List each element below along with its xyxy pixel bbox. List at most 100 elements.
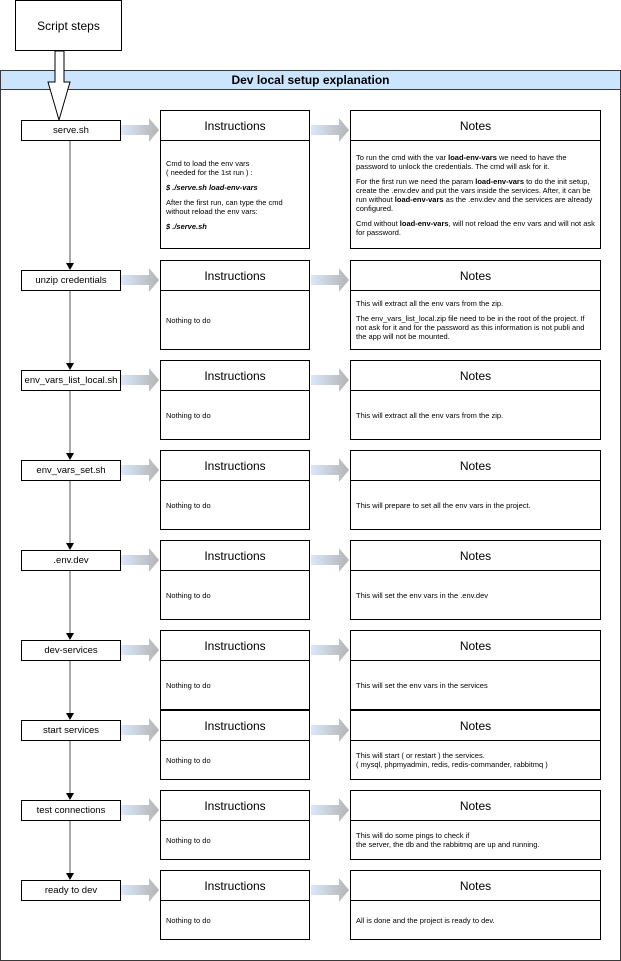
notes-title: Notes: [351, 871, 600, 901]
command-text: $ ./serve.sh: [166, 221, 207, 231]
notes-title: Notes: [351, 631, 600, 661]
instructions-card: Instructions Nothing to do: [160, 540, 310, 620]
notes-card: Notes This will start ( or restart ) the …: [350, 710, 601, 780]
instructions-body: Nothing to do: [166, 391, 305, 439]
step-box[interactable]: ready to dev: [21, 880, 121, 901]
note-paragraph: This will prepare to set all the env var…: [356, 501, 596, 510]
instruction-text: Nothing to do: [166, 680, 211, 690]
instructions-card: Instructions Nothing to do: [160, 360, 310, 440]
note-text: For the first run we need the param: [356, 176, 476, 186]
step-box[interactable]: test connections: [21, 800, 121, 821]
note-paragraph: This will set the env vars in the servic…: [356, 681, 596, 690]
instructions-body: Cmd to load the env vars ( needed for th…: [166, 141, 305, 248]
notes-card: Notes This will extract all the env vars …: [350, 360, 601, 440]
instructions-card: Instructions Nothing to do: [160, 450, 310, 530]
instructions-card: Instructions Nothing to do: [160, 260, 310, 350]
notes-body: This will prepare to set all the env var…: [356, 481, 596, 529]
notes-title: Notes: [351, 451, 600, 481]
instructions-title: Instructions: [161, 631, 309, 661]
note-text: This will extract all the env vars from …: [356, 299, 504, 308]
instructions-title: Instructions: [161, 261, 309, 291]
note-text: To run the cmd with the var: [356, 152, 449, 162]
instruction-text: After the first run, can type the cmd wi…: [166, 197, 283, 216]
instruction-text: Nothing to do: [166, 315, 211, 325]
instructions-body: Nothing to do: [166, 481, 305, 529]
instructions-card: Instructions Nothing to do: [160, 790, 310, 860]
notes-body: All is done and the project is ready to …: [356, 901, 596, 939]
note-text: All is done and the project is ready to …: [356, 915, 495, 925]
note-paragraph: To run the cmd with the var load-env-var…: [356, 153, 596, 171]
note-paragraph: This will start ( or restart ) the servi…: [356, 751, 596, 769]
note-paragraph: The env_vars_list_local.zip file need to…: [356, 314, 596, 341]
step-box[interactable]: start services: [21, 720, 121, 741]
instructions-body: Nothing to do: [166, 661, 305, 709]
instruction-text: Nothing to do: [166, 410, 211, 420]
param-keyword: load-env-vars: [399, 218, 449, 228]
notes-title: Notes: [351, 111, 600, 141]
notes-title: Notes: [351, 541, 600, 571]
instructions-body: Nothing to do: [166, 901, 305, 939]
note-paragraph: Cmd without load-env-vars, will not relo…: [356, 219, 596, 237]
script-steps-box[interactable]: Script steps: [15, 0, 122, 51]
notes-title: Notes: [351, 791, 600, 821]
instruction-text: Cmd to load the env vars ( needed for th…: [166, 158, 253, 177]
step-box[interactable]: env_vars_set.sh: [21, 460, 121, 481]
param-keyword: load-env-vars: [448, 152, 497, 162]
note-text: Cmd without: [356, 218, 400, 228]
instruction-text: Nothing to do: [166, 915, 211, 925]
instructions-body: Nothing to do: [166, 821, 305, 859]
step-box[interactable]: .env.dev: [21, 550, 121, 571]
notes-body: This will extract all the env vars from …: [356, 291, 596, 349]
instruction-text: Nothing to do: [166, 500, 211, 510]
notes-body: To run the cmd with the var load-env-var…: [356, 141, 596, 248]
notes-card: Notes This will prepare to set all the en…: [350, 450, 601, 530]
instructions-body: Nothing to do: [166, 291, 305, 349]
notes-body: This will start ( or restart ) the servi…: [356, 741, 596, 779]
step-box[interactable]: serve.sh: [21, 120, 121, 141]
step-box[interactable]: unzip credentials: [21, 270, 121, 291]
note-paragraph: This will set the env vars in the .env.d…: [356, 591, 596, 600]
notes-body: This will set the env vars in the servic…: [356, 661, 596, 709]
note-text: This will set the env vars in the servic…: [356, 680, 488, 690]
notes-card: Notes This will set the env vars in the s…: [350, 630, 601, 710]
instructions-card: Instructions Cmd to load the env vars ( n…: [160, 110, 310, 249]
instruction-text: Nothing to do: [166, 755, 211, 765]
note-text: This will start ( or restart ) the servi…: [356, 751, 548, 769]
instructions-card: Instructions Nothing to do: [160, 870, 310, 940]
note-paragraph: For the first run we need the param load…: [356, 177, 596, 213]
notes-body: This will do some pings to check if the …: [356, 821, 596, 859]
instructions-title: Instructions: [161, 791, 309, 821]
instructions-title: Instructions: [161, 111, 309, 141]
instructions-card: Instructions Nothing to do: [160, 710, 310, 780]
notes-card: Notes To run the cmd with the var load-en…: [350, 110, 601, 249]
note-text: This will prepare to set all the env var…: [356, 500, 531, 510]
notes-card: Notes This will set the env vars in the .…: [350, 540, 601, 620]
note-paragraph: This will extract all the env vars from …: [356, 299, 596, 308]
step-box[interactable]: dev-services: [21, 640, 121, 661]
notes-title: Notes: [351, 361, 600, 391]
instructions-card: Instructions Nothing to do: [160, 630, 310, 710]
instructions-body: Nothing to do: [166, 741, 305, 779]
notes-title: Notes: [351, 711, 600, 741]
instructions-body: Nothing to do: [166, 571, 305, 619]
instruction-text: Nothing to do: [166, 590, 211, 600]
step-box[interactable]: env_vars_list_local.sh: [21, 370, 121, 391]
notes-card: Notes All is done and the project is read…: [350, 870, 601, 940]
instructions-title: Instructions: [161, 361, 309, 391]
param-keyword: load-env-vars: [475, 176, 525, 186]
notes-title: Notes: [351, 261, 600, 291]
note-paragraph: All is done and the project is ready to …: [356, 916, 596, 925]
notes-card: Notes This will do some pings to check if…: [350, 790, 601, 860]
instructions-title: Instructions: [161, 871, 309, 901]
note-text: The env_vars_list_local.zip file need to…: [356, 314, 585, 341]
note-text: This will do some pings to check if the …: [356, 831, 540, 849]
note-paragraph: This will extract all the env vars from …: [356, 411, 596, 420]
instructions-title: Instructions: [161, 541, 309, 571]
command-text: $ ./serve.sh load-env-vars: [166, 182, 258, 192]
note-paragraph: This will do some pings to check if the …: [356, 831, 596, 849]
notes-body: This will set the env vars in the .env.d…: [356, 571, 596, 619]
note-text: This will extract all the env vars from …: [356, 410, 504, 420]
note-text: This will set the env vars in the .env.d…: [356, 590, 489, 600]
pool-title: Dev local setup explanation: [0, 70, 621, 90]
param-keyword: load-env-vars: [394, 194, 444, 204]
